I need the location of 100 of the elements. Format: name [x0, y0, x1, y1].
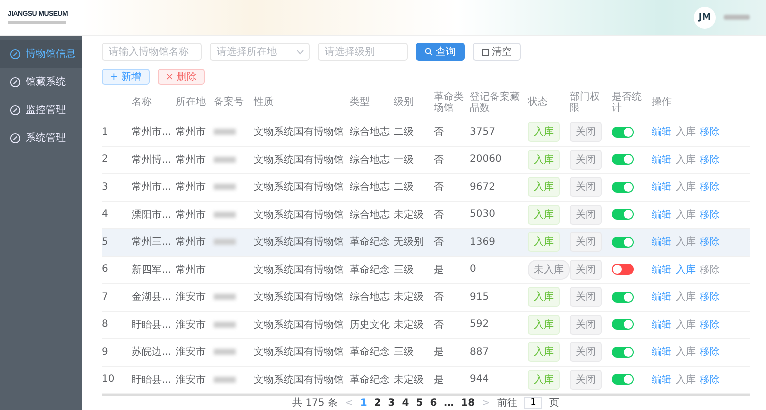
page-number[interactable]: 2	[374, 398, 382, 408]
table-cell-text: 常州三...	[132, 236, 173, 250]
table-cell-text: 新四军...	[132, 264, 173, 277]
edit-link[interactable]: 编辑	[652, 290, 672, 304]
page-input[interactable]: 1	[524, 397, 542, 409]
previous-page-button[interactable]: <	[344, 398, 354, 408]
name-search-field[interactable]: 请输入博物馆名称	[102, 43, 202, 62]
table-cell-text: 二级	[394, 181, 415, 194]
delete-button[interactable]: × 删除	[158, 68, 206, 85]
page-number[interactable]: 3	[388, 398, 396, 408]
status-tag: 入库	[528, 177, 560, 198]
row-index: 6	[102, 264, 110, 276]
edit-link[interactable]: 编辑	[652, 262, 672, 277]
column-header: 性质	[254, 97, 275, 108]
row-index: 3	[102, 182, 110, 193]
row-index: 9	[102, 346, 110, 358]
row-index: 5	[102, 236, 110, 248]
statistics-toggle[interactable]	[612, 319, 634, 330]
page-suffix: 页	[549, 397, 560, 410]
edit-link[interactable]: 编辑	[652, 235, 672, 250]
statistics-toggle[interactable]	[612, 346, 634, 358]
table-cell-text: 是	[434, 346, 445, 360]
statistics-toggle[interactable]	[612, 182, 634, 193]
status-tag: 入库	[528, 122, 560, 142]
edit-link[interactable]: 编辑	[652, 180, 672, 194]
table-cell-text: 否	[434, 126, 445, 140]
table-cell-text: 革命纪念	[350, 346, 391, 360]
page-number[interactable]: 1	[360, 398, 368, 408]
table-cell-text: 文物系统国有博物馆	[254, 236, 345, 250]
stock-in-link[interactable]: 入库	[676, 262, 696, 277]
page-number[interactable]: 5	[416, 398, 424, 408]
remove-link[interactable]: 移除	[700, 318, 720, 332]
level-search-field[interactable]: 请选择级别	[318, 43, 408, 62]
statistics-toggle[interactable]	[612, 264, 634, 276]
remove-link[interactable]: 移除	[700, 345, 720, 360]
user-avatar[interactable]: JM	[694, 6, 716, 28]
logo-subtitle-bar	[8, 21, 66, 24]
column-header: 操作	[652, 97, 673, 108]
remove-link[interactable]: 移除	[700, 125, 720, 140]
statistics-toggle[interactable]	[612, 209, 634, 220]
edit-link[interactable]: 编辑	[652, 125, 672, 140]
table-cell-text: 常州市	[176, 236, 207, 250]
edit-link[interactable]: 编辑	[652, 345, 672, 360]
permission-tag: 关闭	[570, 122, 602, 142]
table-cell-text: 常州市	[176, 264, 207, 277]
table-cell-text: 淮安市	[176, 318, 207, 332]
remove-link[interactable]: 移除	[700, 372, 720, 387]
goto-label: 前往	[497, 396, 518, 410]
table-cell-text: 常州市	[176, 180, 207, 194]
statistics-toggle[interactable]	[612, 292, 634, 303]
sidebar-item[interactable]: 博物馆信息	[0, 40, 82, 68]
next-page-button[interactable]: >	[482, 398, 490, 408]
remove-link[interactable]: 移除	[700, 152, 720, 167]
column-header: 类型	[350, 97, 371, 108]
statistics-toggle[interactable]	[612, 374, 634, 386]
table-cell-text: 综合地志	[350, 208, 391, 222]
table-cell-text: 淮安市	[176, 346, 207, 360]
search-button[interactable]: 查询	[416, 43, 465, 62]
add-button[interactable]: + 新增	[102, 68, 150, 85]
table-cell-text: 常州市...	[132, 126, 173, 140]
table-cell-text: 常州市	[176, 154, 207, 167]
statistics-toggle[interactable]	[612, 236, 634, 248]
page-number[interactable]: 6	[430, 398, 438, 408]
remove-link[interactable]: 移除	[700, 235, 720, 250]
column-header: 级别	[394, 97, 415, 108]
edit-link[interactable]: 编辑	[652, 152, 672, 167]
table-cell-text: 9672	[470, 182, 496, 193]
permission-tag: 关闭	[570, 314, 602, 335]
sidebar-item[interactable]: 馆藏系统	[0, 68, 82, 96]
permission-tag: 关闭	[570, 204, 602, 225]
edit-link[interactable]: 编辑	[652, 318, 672, 332]
table-cell-text: 文物系统国有博物馆	[254, 154, 345, 167]
table-cell-text: 未定级	[394, 208, 425, 222]
table-cell-text: 5030	[470, 209, 496, 220]
table-cell-text: 综合地志	[350, 180, 391, 194]
column-header: 是否统计	[612, 92, 643, 114]
total-count: 共 175 条	[292, 396, 338, 410]
status-tag: 入库	[528, 370, 560, 390]
statistics-toggle[interactable]	[612, 154, 634, 166]
remove-link[interactable]: 移除	[700, 180, 720, 194]
location-select[interactable]: 请选择所在地	[210, 43, 310, 62]
table-cell-text: 文物系统国有博物馆	[254, 180, 345, 194]
page-number[interactable]: 4	[402, 398, 410, 408]
table-cell-text: 盱眙县...	[132, 374, 173, 387]
table-cell-text: 否	[434, 236, 445, 250]
clear-button[interactable]: 清空	[473, 43, 521, 62]
permission-tag: 关闭	[570, 287, 602, 308]
row-index: 4	[102, 209, 110, 220]
table-cell-text: 综合地志	[350, 126, 391, 140]
edit-link[interactable]: 编辑	[652, 208, 672, 222]
page-number[interactable]: 18	[461, 398, 476, 408]
table-cell-text: 0	[470, 264, 478, 276]
sidebar-item[interactable]: 系统管理	[0, 124, 82, 152]
remove-link[interactable]: 移除	[700, 290, 720, 304]
sidebar-item[interactable]: 监控管理	[0, 96, 82, 124]
page-number[interactable]: …	[444, 398, 454, 408]
remove-link[interactable]: 移除	[700, 208, 720, 222]
edit-link[interactable]: 编辑	[652, 372, 672, 387]
column-header: 部门权限	[570, 92, 601, 114]
statistics-toggle[interactable]	[612, 126, 634, 138]
